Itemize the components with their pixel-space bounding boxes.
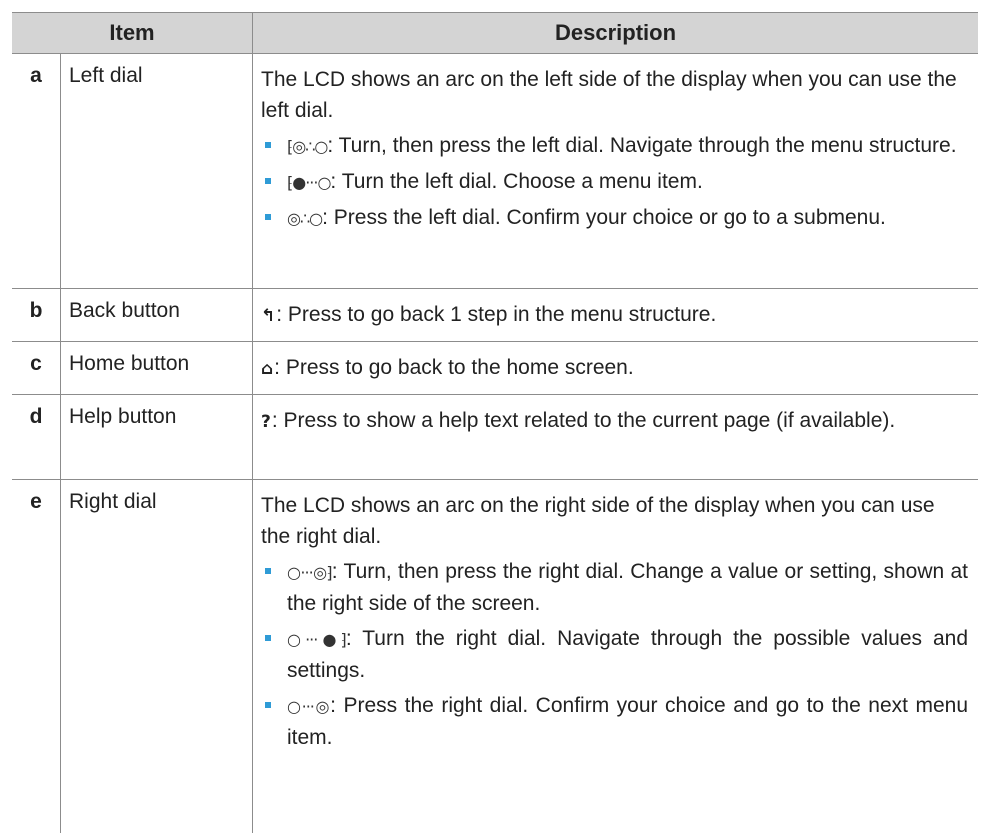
row-item: Help button: [60, 395, 252, 479]
header-description: Description: [252, 13, 978, 53]
table-row: a Left dial The LCD shows an arc on the …: [12, 54, 978, 289]
dial-press-icon: ◎∴○: [287, 209, 323, 228]
dial-turn-press-icon: ⁅◎∴○: [287, 137, 328, 156]
dial-turn-press-icon: ○···◎⁆: [287, 563, 333, 582]
row-description: ?: Press to show a help text related to …: [252, 395, 978, 479]
list-item: ◎∴○: Press the left dial. Confirm your c…: [261, 202, 968, 234]
list-item: ○···◎⁆: Turn, then press the right dial.…: [261, 556, 968, 619]
list-item: ⁅◎∴○: Turn, then press the left dial. Na…: [261, 130, 968, 162]
row-item: Left dial: [60, 54, 252, 288]
controls-table: Item Description a Left dial The LCD sho…: [12, 12, 978, 833]
list-item: ○···◎: Press the right dial. Confirm you…: [261, 690, 968, 753]
list-item: ⁅●···○: Turn the left dial. Choose a men…: [261, 166, 968, 198]
home-icon: ⌂: [261, 359, 274, 379]
row-item: Back button: [60, 289, 252, 341]
row-description: ↰: Press to go back 1 step in the menu s…: [252, 289, 978, 341]
description-intro: The LCD shows an arc on the left side of…: [261, 68, 957, 122]
row-key: d: [29, 405, 43, 428]
help-icon: ?: [261, 412, 271, 432]
row-key: e: [30, 490, 42, 513]
dial-press-icon: ○···◎: [287, 697, 331, 716]
row-description: The LCD shows an arc on the left side of…: [252, 54, 978, 288]
table-row: d Help button ?: Press to show a help te…: [12, 395, 978, 480]
table-header: Item Description: [12, 12, 978, 54]
table-row: b Back button ↰: Press to go back 1 step…: [12, 289, 978, 342]
row-description: ⌂: Press to go back to the home screen.: [252, 342, 978, 394]
back-arrow-icon: ↰: [261, 306, 276, 326]
row-item: Home button: [60, 342, 252, 394]
list-item: ○···●⁆: Turn the right dial. Navigate th…: [261, 623, 968, 686]
header-item: Item: [109, 20, 155, 45]
row-key: c: [30, 352, 42, 375]
row-description: The LCD shows an arc on the right side o…: [252, 480, 978, 833]
bullet-list: ○···◎⁆: Turn, then press the right dial.…: [261, 556, 968, 753]
row-key: b: [29, 299, 43, 322]
row-key: a: [30, 64, 42, 87]
dial-turn-icon: ○···●⁆: [287, 630, 347, 649]
table-row: c Home button ⌂: Press to go back to the…: [12, 342, 978, 395]
row-item: Right dial: [60, 480, 252, 833]
table-row: e Right dial The LCD shows an arc on the…: [12, 480, 978, 833]
dial-turn-icon: ⁅●···○: [287, 173, 331, 192]
description-intro: The LCD shows an arc on the right side o…: [261, 494, 935, 548]
bullet-list: ⁅◎∴○: Turn, then press the left dial. Na…: [261, 130, 968, 234]
